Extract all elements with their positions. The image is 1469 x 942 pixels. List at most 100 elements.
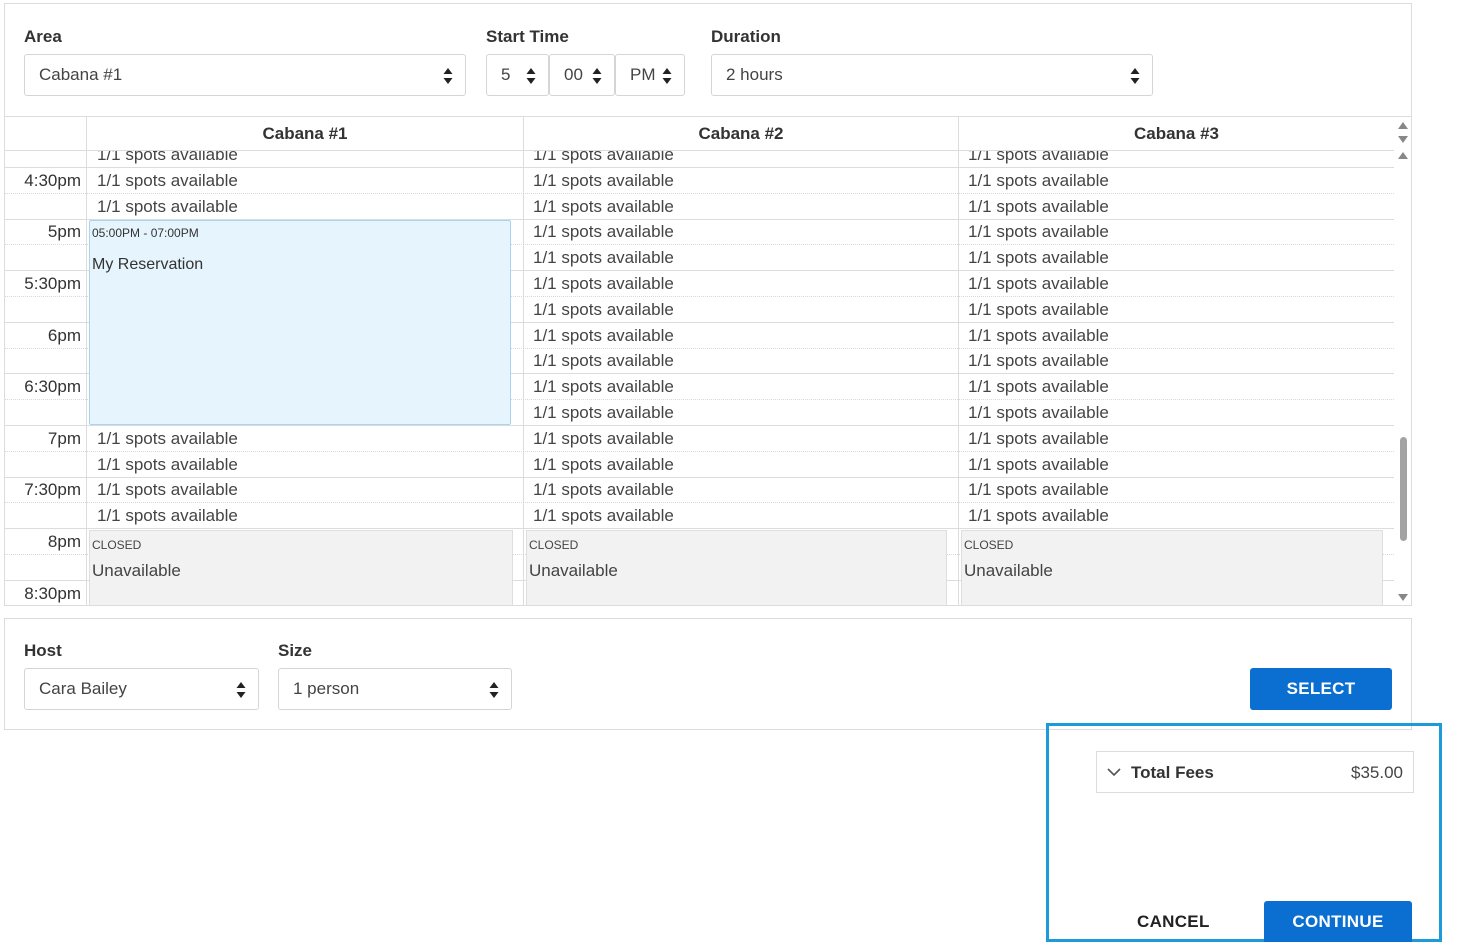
slot-availability[interactable]: 1/1 spots available — [533, 151, 674, 165]
slot-availability[interactable]: 1/1 spots available — [968, 300, 1109, 320]
select-button[interactable]: SELECT — [1250, 668, 1392, 710]
slot-availability[interactable]: 1/1 spots available — [97, 429, 238, 449]
scroll-down-arrow-icon[interactable] — [1398, 136, 1408, 143]
hour-select[interactable]: 5 — [486, 54, 549, 96]
slot-availability[interactable]: 1/1 spots available — [968, 274, 1109, 294]
minute-select-value: 00 — [564, 65, 583, 84]
slot-availability[interactable]: 1/1 spots available — [97, 506, 238, 526]
slot-availability[interactable]: 1/1 spots available — [533, 455, 674, 475]
reservation-block[interactable]: 05:00PM - 07:00PM My Reservation — [89, 220, 511, 425]
select-arrows-icon — [662, 68, 672, 84]
closed-text: Unavailable — [964, 561, 1053, 580]
column-header-cabana-3: Cabana #3 — [958, 117, 1394, 150]
reservation-title: My Reservation — [92, 256, 204, 274]
slot-availability[interactable]: 1/1 spots available — [968, 506, 1109, 526]
start-time-label: Start Time — [486, 27, 569, 46]
scroll-up-arrow-icon[interactable] — [1398, 122, 1408, 129]
grid-scrollbar[interactable] — [1395, 117, 1411, 605]
closed-status: CLOSED — [964, 538, 1014, 552]
scroll-up-arrow-icon[interactable] — [1398, 152, 1408, 159]
slot-availability[interactable]: 1/1 spots available — [533, 248, 674, 268]
slot-availability[interactable]: 1/1 spots available — [533, 171, 674, 191]
time-label: 8:30pm — [24, 583, 81, 603]
slot-availability[interactable]: 1/1 spots available — [968, 171, 1109, 191]
total-fees-label: Total Fees — [1131, 763, 1214, 782]
size-select-value: 1 person — [293, 679, 360, 698]
slot-availability[interactable]: 1/1 spots available — [533, 274, 674, 294]
time-label: 7:30pm — [24, 480, 81, 500]
time-label: 6:30pm — [24, 377, 81, 397]
slot-availability[interactable]: 1/1 spots available — [97, 197, 238, 217]
chevron-down-icon[interactable] — [1107, 767, 1121, 777]
select-arrows-icon — [489, 682, 499, 698]
slot-availability[interactable]: 1/1 spots available — [533, 377, 674, 397]
size-label: Size — [278, 641, 313, 660]
size-select[interactable]: 1 person — [278, 668, 512, 710]
host-select[interactable]: Cara Bailey — [24, 668, 259, 710]
select-arrows-icon — [236, 682, 246, 698]
slot-availability[interactable]: 1/1 spots available — [968, 377, 1109, 397]
area-select[interactable]: Cabana #1 — [24, 54, 466, 96]
slot-availability[interactable]: 1/1 spots available — [968, 351, 1109, 371]
time-label: 7pm — [47, 428, 81, 448]
column-header-cabana-2: Cabana #2 — [523, 117, 958, 150]
slot-availability[interactable]: 1/1 spots available — [968, 429, 1109, 449]
scrollbar-thumb[interactable] — [1400, 437, 1407, 541]
booking-panel: Host Cara Bailey Size 1 person SELECT — [4, 618, 1412, 730]
slot-availability[interactable]: 1/1 spots available — [533, 480, 674, 500]
minute-select[interactable]: 00 — [549, 54, 615, 96]
area-select-value: Cabana #1 — [39, 65, 123, 84]
duration-select[interactable]: 2 hours — [711, 54, 1153, 96]
schedule-grid: Cabana #1 Cabana #2 Cabana #3 4:30pm 5pm 5… — [5, 116, 1411, 605]
slot-availability[interactable]: 1/1 spots available — [97, 455, 238, 475]
host-select-value: Cara Bailey — [39, 679, 127, 698]
slot-availability[interactable]: 1/1 spots available — [968, 480, 1109, 500]
slot-availability[interactable]: 1/1 spots available — [533, 222, 674, 242]
grid-header: Cabana #1 Cabana #2 Cabana #3 — [5, 117, 1394, 150]
scroll-down-arrow-icon[interactable] — [1398, 594, 1408, 601]
select-arrows-icon — [592, 68, 602, 84]
select-arrows-icon — [1130, 68, 1140, 84]
slot-availability[interactable]: 1/1 spots available — [968, 455, 1109, 475]
total-fees-amount: $35.00 — [1351, 763, 1403, 782]
slot-availability[interactable]: 1/1 spots available — [533, 197, 674, 217]
slot-availability[interactable]: 1/1 spots available — [968, 326, 1109, 346]
select-arrows-icon — [526, 68, 536, 84]
time-label: 5pm — [47, 222, 81, 242]
slot-availability[interactable]: 1/1 spots available — [97, 171, 238, 191]
slot-availability[interactable]: 1/1 spots available — [968, 197, 1109, 217]
slot-availability[interactable]: 1/1 spots available — [97, 480, 238, 500]
cancel-button[interactable]: CANCEL — [1137, 912, 1210, 932]
closed-text: Unavailable — [529, 561, 618, 580]
select-arrows-icon — [443, 68, 453, 84]
total-fees-row[interactable]: Total Fees $35.00 — [1096, 751, 1414, 793]
duration-select-value: 2 hours — [726, 65, 783, 84]
slot-availability[interactable]: 1/1 spots available — [533, 326, 674, 346]
area-label: Area — [24, 27, 62, 46]
duration-label: Duration — [711, 27, 781, 46]
fees-highlight-frame: Total Fees $35.00 CANCEL CONTINUE — [1046, 723, 1442, 942]
continue-button[interactable]: CONTINUE — [1264, 901, 1412, 942]
grid-body: 4:30pm 5pm 5:30pm 6pm 6:30pm 7pm 7:30pm 8pm 8:30… — [5, 151, 1394, 605]
time-label: 8pm — [47, 532, 81, 551]
slot-availability[interactable]: 1/1 spots available — [533, 429, 674, 449]
closed-block: CLOSED Unavailable — [526, 530, 947, 605]
slot-availability[interactable]: 1/1 spots available — [968, 403, 1109, 423]
slot-availability[interactable]: 1/1 spots available — [533, 506, 674, 526]
ampm-select[interactable]: PM — [615, 54, 685, 96]
column-header-cabana-1: Cabana #1 — [86, 117, 523, 150]
slot-availability[interactable]: 1/1 spots available — [97, 151, 238, 165]
slot-availability[interactable]: 1/1 spots available — [533, 351, 674, 371]
time-label: 4:30pm — [24, 170, 81, 190]
slot-availability[interactable]: 1/1 spots available — [968, 151, 1109, 165]
slot-availability[interactable]: 1/1 spots available — [968, 248, 1109, 268]
slot-availability[interactable]: 1/1 spots available — [533, 300, 674, 320]
time-label: 6pm — [47, 325, 81, 345]
slot-availability[interactable]: 1/1 spots available — [533, 403, 674, 423]
closed-status: CLOSED — [92, 538, 142, 552]
reservation-time: 05:00PM - 07:00PM — [92, 226, 199, 241]
slot-availability[interactable]: 1/1 spots available — [968, 222, 1109, 242]
closed-block: CLOSED Unavailable — [961, 530, 1383, 605]
closed-status: CLOSED — [529, 538, 579, 552]
host-label: Host — [24, 641, 62, 660]
